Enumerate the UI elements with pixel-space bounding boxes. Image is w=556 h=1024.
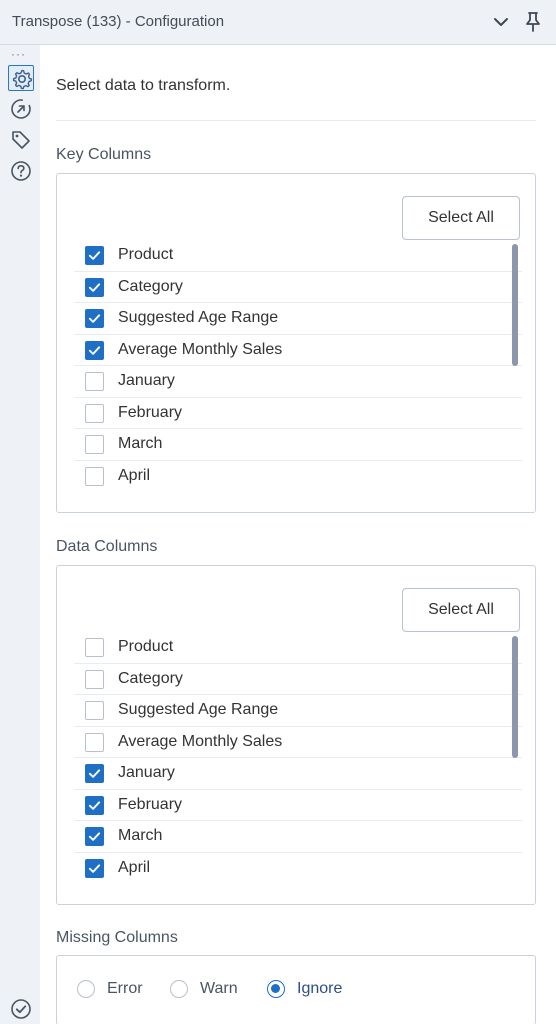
- column-label: April: [118, 858, 151, 876]
- missing-columns-label: Missing Columns: [56, 929, 178, 946]
- checkmark-icon: [88, 800, 101, 810]
- checkbox[interactable]: [85, 403, 104, 423]
- checkbox-checked[interactable]: [85, 795, 104, 815]
- tag-icon[interactable]: [8, 127, 34, 153]
- help-icon[interactable]: [8, 158, 34, 184]
- checkbox-checked[interactable]: [85, 827, 104, 846]
- list-item[interactable]: January: [74, 758, 522, 790]
- checkmark-icon: [88, 832, 101, 841]
- radio-error-label: Error: [107, 980, 143, 997]
- chevron-down-icon[interactable]: [489, 10, 513, 34]
- checkbox[interactable]: [85, 669, 104, 689]
- check-circle-icon: [9, 997, 33, 1021]
- checkbox-checked[interactable]: [85, 340, 104, 360]
- checkbox-checked[interactable]: [85, 858, 104, 878]
- checkbox-checked[interactable]: [85, 277, 104, 297]
- configuration-panel: Select data to transform. Key Columns Se…: [40, 45, 556, 1024]
- divider: [56, 120, 536, 121]
- checkbox[interactable]: [85, 372, 104, 391]
- description-text: Select data to transform.: [56, 77, 231, 94]
- list-item[interactable]: January: [74, 366, 522, 398]
- data-columns-scrollbar[interactable]: [512, 636, 518, 758]
- missing-columns-options: Error Warn Ignore: [56, 955, 536, 1024]
- window-titlebar: Transpose (133) - Configuration: [0, 0, 556, 45]
- pin-icon[interactable]: [521, 10, 545, 34]
- column-label: March: [118, 827, 163, 844]
- checkbox[interactable]: [85, 701, 104, 720]
- checkbox-checked[interactable]: [85, 246, 104, 265]
- checkmark-icon: [88, 345, 101, 355]
- radio-button[interactable]: [170, 980, 188, 998]
- checkmark-icon: [88, 282, 101, 292]
- column-label: January: [118, 764, 175, 781]
- list-item[interactable]: February: [74, 398, 522, 429]
- key-columns-panel: Select All Product Category Suggested Age …: [56, 173, 536, 513]
- column-label: Category: [118, 277, 183, 295]
- data-columns-panel: Select All Product Category Suggested Age …: [56, 565, 536, 905]
- column-label: February: [118, 795, 183, 813]
- checkmark-icon: [88, 314, 101, 323]
- checkbox[interactable]: [85, 466, 104, 486]
- list-item[interactable]: Category: [74, 664, 522, 695]
- column-label: February: [118, 403, 183, 421]
- list-item[interactable]: February: [74, 790, 522, 821]
- checkbox-checked[interactable]: [85, 764, 104, 783]
- data-columns-list: Product Category Suggested Age Range Averag…: [74, 632, 522, 884]
- column-label: Suggested Age Range: [118, 701, 279, 718]
- list-item[interactable]: Suggested Age Range: [74, 303, 522, 335]
- key-columns-scrollbar[interactable]: [512, 244, 518, 366]
- list-item[interactable]: Average Monthly Sales: [74, 335, 522, 366]
- key-columns-list: Product Category Suggested Age Range Averag…: [74, 240, 522, 492]
- column-label: Product: [118, 638, 174, 655]
- window-title: Transpose (133) - Configuration: [12, 13, 225, 30]
- column-label: Average Monthly Sales: [118, 340, 283, 358]
- column-label: Category: [118, 669, 183, 687]
- column-label: Average Monthly Sales: [118, 732, 283, 750]
- data-columns-select-all-button[interactable]: Select All: [402, 588, 520, 632]
- checkmark-icon: [88, 863, 101, 873]
- arrow-circle-icon[interactable]: [8, 96, 34, 122]
- column-label: January: [118, 372, 175, 389]
- checkmark-icon: [88, 251, 101, 260]
- key-columns-label: Key Columns: [56, 146, 152, 163]
- column-label: Product: [118, 246, 174, 263]
- list-item[interactable]: April: [74, 461, 522, 493]
- list-item[interactable]: Product: [74, 632, 522, 664]
- column-label: March: [118, 435, 163, 452]
- left-rail: ···: [0, 45, 40, 1024]
- radio-ignore-label: Ignore: [297, 980, 343, 997]
- column-label: April: [118, 466, 151, 484]
- checkmark-icon: [88, 769, 101, 778]
- gear-icon[interactable]: [8, 65, 34, 91]
- list-item[interactable]: Average Monthly Sales: [74, 727, 522, 758]
- column-label: Suggested Age Range: [118, 309, 279, 326]
- data-columns-label: Data Columns: [56, 538, 158, 555]
- list-item[interactable]: Category: [74, 272, 522, 303]
- checkbox[interactable]: [85, 638, 104, 657]
- list-item[interactable]: March: [74, 429, 522, 461]
- radio-button[interactable]: [267, 980, 285, 998]
- radio-button[interactable]: [77, 980, 95, 998]
- checkbox-checked[interactable]: [85, 309, 104, 328]
- list-item[interactable]: March: [74, 821, 522, 853]
- list-item[interactable]: April: [74, 853, 522, 885]
- rail-menu-dots[interactable]: ···: [11, 48, 26, 60]
- checkbox[interactable]: [85, 732, 104, 752]
- key-columns-select-all-button[interactable]: Select All: [402, 196, 520, 240]
- list-item[interactable]: Suggested Age Range: [74, 695, 522, 727]
- list-item[interactable]: Product: [74, 240, 522, 272]
- radio-warn-label: Warn: [200, 980, 238, 997]
- checkbox[interactable]: [85, 435, 104, 454]
